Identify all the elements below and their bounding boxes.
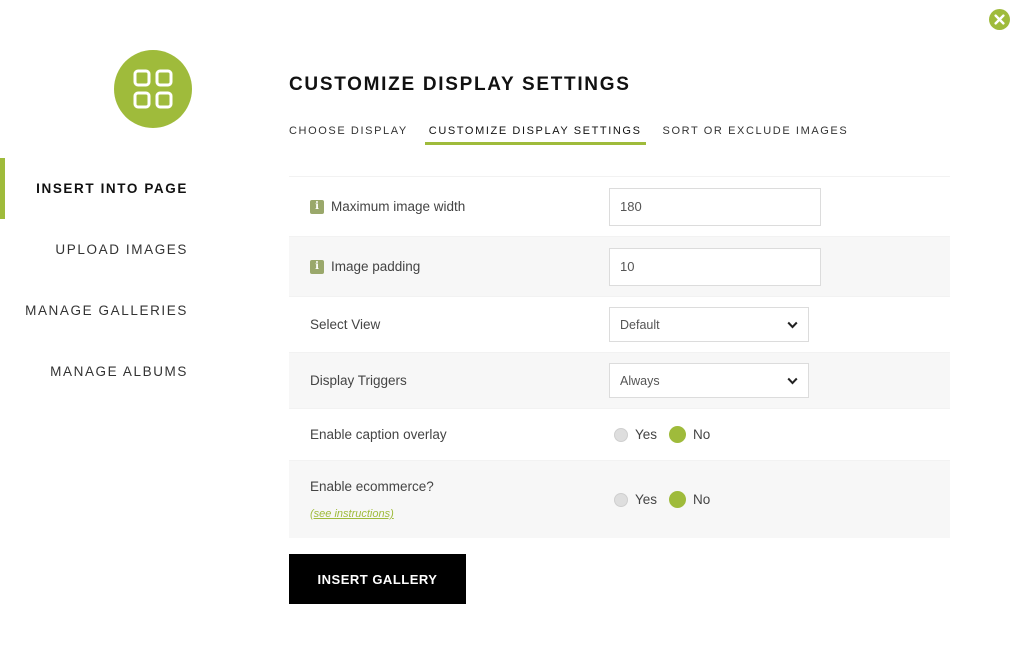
logo [114,50,192,128]
sidebar-item-label: MANAGE GALLERIES [25,303,188,318]
view-select[interactable]: Default [609,307,809,342]
sidebar-item-label: MANAGE ALBUMS [50,364,188,379]
tab-choose-display[interactable]: CHOOSE DISPLAY [289,118,408,145]
setting-row-triggers: Display Triggers Always [289,352,950,408]
padding-label: Image padding [331,259,421,274]
setting-row-padding: i Image padding 10 [289,236,950,296]
setting-row-caption: Enable caption overlay Yes No [289,408,950,460]
see-instructions-link[interactable]: (see instructions) [310,508,394,520]
sidebar-item-label: INSERT INTO PAGE [36,181,188,196]
sidebar-item-insert-into-page[interactable]: INSERT INTO PAGE [0,158,200,219]
ecommerce-label: Enable ecommerce? [310,479,434,494]
grid-icon [133,69,173,109]
setting-row-max-width: i Maximum image width 180 [289,176,950,236]
radio-checked [669,426,687,443]
view-label: Select View [310,317,381,332]
caption-label: Enable caption overlay [310,427,447,442]
sidebar-item-upload-images[interactable]: UPLOAD IMAGES [0,219,200,280]
sidebar-item-manage-albums[interactable]: MANAGE ALBUMS [0,341,200,402]
tab-customize-display-settings[interactable]: CUSTOMIZE DISPLAY SETTINGS [424,118,646,145]
insert-gallery-button[interactable]: INSERT GALLERY [289,554,466,604]
triggers-select-value: Always [620,373,660,388]
tab-bar: CHOOSE DISPLAY CUSTOMIZE DISPLAY SETTING… [289,118,869,145]
close-button[interactable] [989,9,1010,30]
setting-row-view: Select View Default [289,296,950,352]
chevron-down-icon [787,321,798,328]
ecommerce-radio-group: Yes No [614,491,722,508]
max-width-input[interactable]: 180 [609,187,821,226]
info-icon[interactable]: i [310,259,324,274]
max-width-label: Maximum image width [331,199,466,214]
page-title: CUSTOMIZE DISPLAY SETTINGS [289,74,631,95]
setting-row-ecommerce: Enable ecommerce? (see instructions) Yes… [289,460,950,538]
settings-form: i Maximum image width 180 i Image paddin… [289,176,950,538]
ecommerce-radio-no[interactable]: No [669,491,710,508]
sidebar-item-label: UPLOAD IMAGES [55,242,188,257]
radio-unchecked [614,427,628,442]
radio-unchecked [614,492,628,507]
tab-sort-or-exclude-images[interactable]: SORT OR EXCLUDE IMAGES [663,118,849,145]
caption-radio-yes[interactable]: Yes [614,427,657,442]
triggers-select[interactable]: Always [609,363,809,398]
chevron-down-icon [787,377,798,384]
sidebar-nav: INSERT INTO PAGE UPLOAD IMAGES MANAGE GA… [0,158,200,402]
padding-input[interactable]: 10 [609,247,821,286]
view-select-value: Default [620,317,660,332]
sidebar-item-manage-galleries[interactable]: MANAGE GALLERIES [0,280,200,341]
triggers-label: Display Triggers [310,373,407,388]
close-icon [994,14,1005,25]
ecommerce-radio-yes[interactable]: Yes [614,492,657,507]
caption-radio-no[interactable]: No [669,426,710,443]
caption-radio-group: Yes No [614,426,722,443]
radio-checked [669,491,687,508]
info-icon[interactable]: i [310,199,324,214]
